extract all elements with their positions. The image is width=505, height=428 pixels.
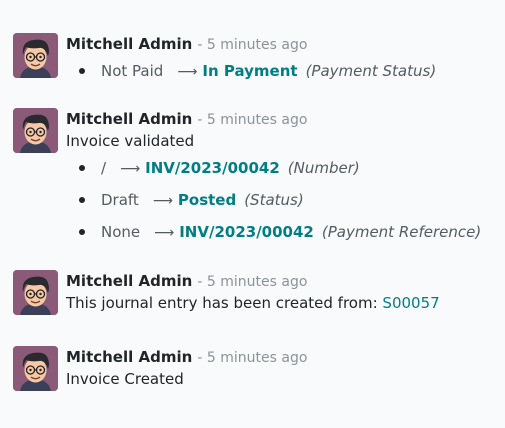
bullet [79, 68, 85, 74]
field-name: (Number) [287, 159, 360, 177]
old-value: None [101, 223, 141, 241]
message-author[interactable]: Mitchell Admin [66, 348, 192, 366]
long-arrow-right-icon: ⟶ [120, 161, 141, 177]
message-text: This journal entry has been created from… [66, 294, 378, 312]
user-avatar-icon[interactable] [13, 270, 58, 315]
bullet [79, 229, 85, 235]
user-avatar-icon[interactable] [13, 108, 58, 153]
message-date: - 5 minutes ago [197, 350, 308, 366]
old-value: Draft [101, 191, 139, 209]
sale-order-link[interactable]: S00057 [382, 294, 439, 312]
old-value: / [101, 159, 107, 177]
user-avatar-icon[interactable] [13, 33, 58, 78]
old-value: Not Paid [101, 62, 164, 80]
new-value: INV/2023/00042 [179, 223, 314, 241]
message-date: - 5 minutes ago [197, 37, 308, 53]
tracking-value-item: / ⟶ INV/2023/00042 (Number) [66, 152, 505, 184]
message-body: Invoice validated [66, 132, 195, 150]
new-value: INV/2023/00042 [145, 159, 280, 177]
user-avatar-icon[interactable] [13, 346, 58, 391]
long-arrow-right-icon: ⟶ [154, 225, 175, 241]
field-name: (Payment Status) [305, 62, 437, 80]
field-name: (Payment Reference) [321, 223, 482, 241]
tracking-value-item: None ⟶ INV/2023/00042 (Payment Reference) [66, 216, 505, 248]
long-arrow-right-icon: ⟶ [152, 193, 173, 209]
message-body: Invoice Created [66, 370, 184, 388]
message-date: - 5 minutes ago [197, 274, 308, 290]
message-author[interactable]: Mitchell Admin [66, 35, 192, 53]
long-arrow-right-icon: ⟶ [177, 64, 198, 80]
new-value: Posted [177, 191, 237, 209]
bullet [79, 165, 85, 171]
tracking-value-item: Draft ⟶ Posted (Status) [66, 184, 505, 216]
message-date: - 5 minutes ago [197, 112, 308, 128]
message-body: This journal entry has been created from… [66, 292, 505, 314]
new-value: In Payment [202, 62, 298, 80]
bullet [79, 197, 85, 203]
field-name: (Status) [244, 191, 304, 209]
message-author[interactable]: Mitchell Admin [66, 110, 192, 128]
message-author[interactable]: Mitchell Admin [66, 272, 192, 290]
tracking-value-item: Not Paid ⟶ In Payment (Payment Status) [66, 55, 505, 87]
